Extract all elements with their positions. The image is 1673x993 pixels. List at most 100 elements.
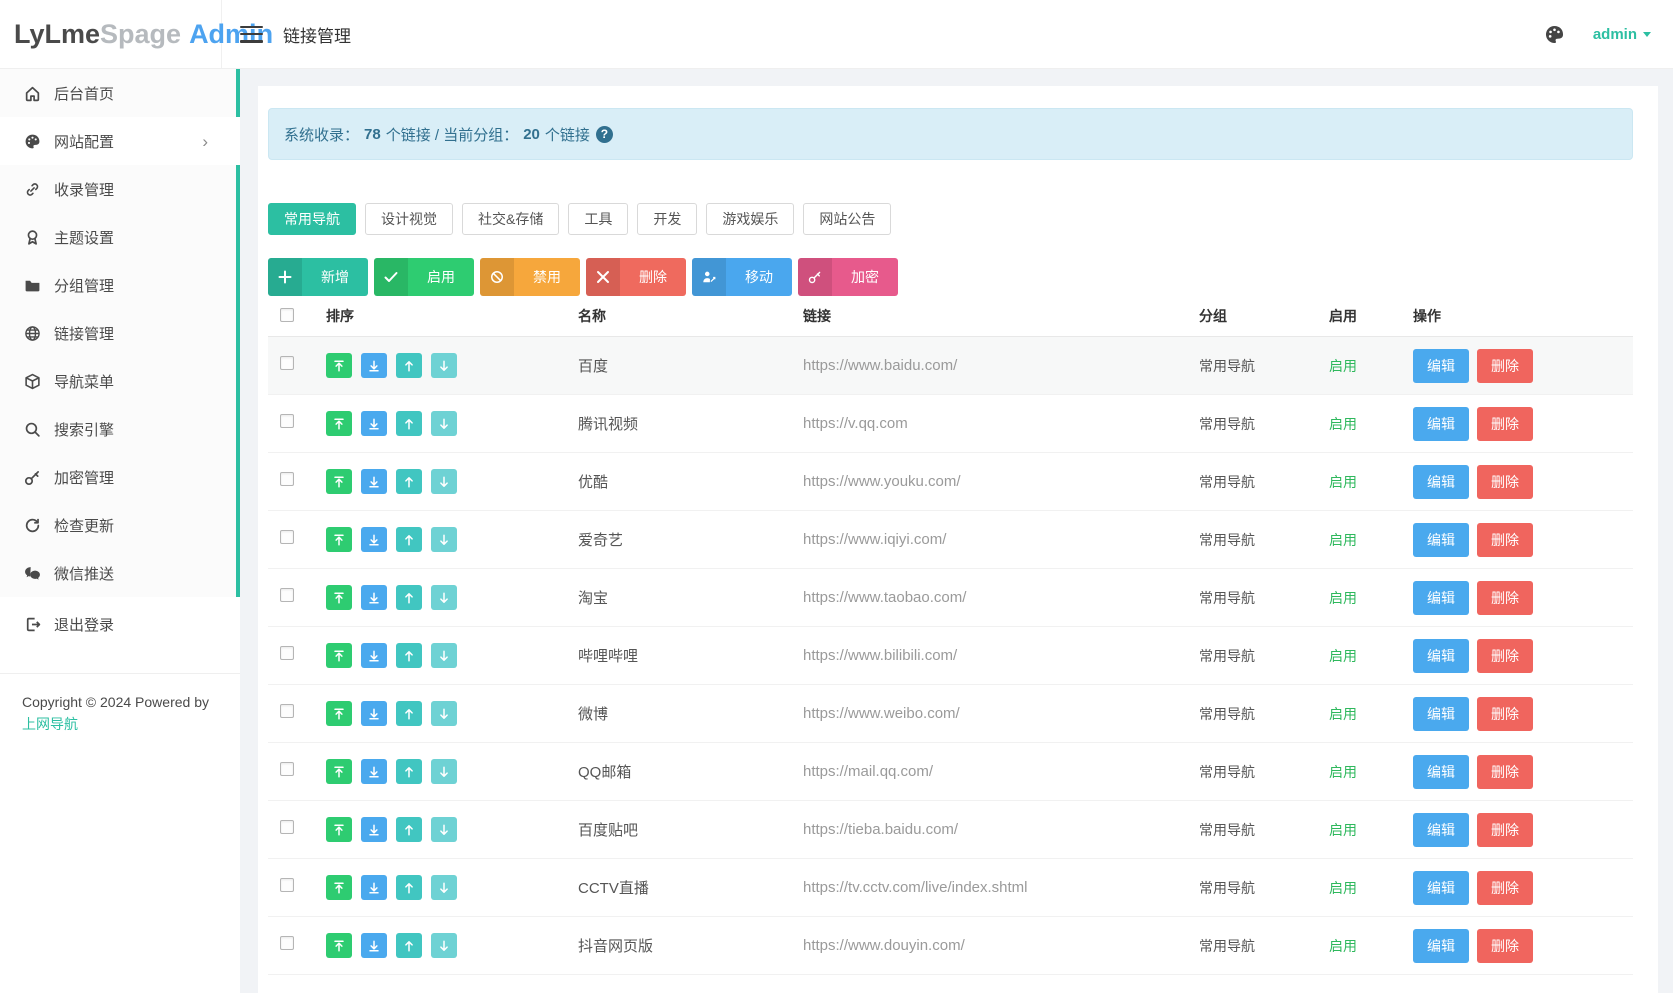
user-dropdown[interactable]: admin	[1593, 26, 1651, 43]
row-checkbox[interactable]	[280, 878, 294, 892]
sort-down-button[interactable]	[431, 585, 457, 610]
row-checkbox[interactable]	[280, 646, 294, 660]
row-checkbox[interactable]	[280, 414, 294, 428]
sort-bottom-button[interactable]	[361, 759, 387, 784]
toolbar-button[interactable]: 加密	[798, 258, 898, 296]
copyright-link[interactable]: 上网导航	[22, 713, 220, 735]
group-tab[interactable]: 网站公告	[803, 203, 891, 235]
delete-button[interactable]: 删除	[1477, 349, 1533, 383]
edit-button[interactable]: 编辑	[1413, 581, 1469, 615]
sort-top-button[interactable]	[326, 469, 352, 494]
sort-up-button[interactable]	[396, 817, 422, 842]
delete-button[interactable]: 删除	[1477, 813, 1533, 847]
toolbar-button[interactable]: 移动	[692, 258, 792, 296]
sort-up-button[interactable]	[396, 933, 422, 958]
sort-down-button[interactable]	[431, 875, 457, 900]
row-checkbox[interactable]	[280, 820, 294, 834]
sidebar-item[interactable]: 链接管理	[0, 309, 240, 357]
delete-button[interactable]: 删除	[1477, 871, 1533, 905]
row-checkbox[interactable]	[280, 530, 294, 544]
sort-top-button[interactable]	[326, 643, 352, 668]
sort-down-button[interactable]	[431, 817, 457, 842]
sort-top-button[interactable]	[326, 933, 352, 958]
toolbar-button[interactable]: 启用	[374, 258, 474, 296]
delete-button[interactable]: 删除	[1477, 697, 1533, 731]
sidebar-item[interactable]: 检查更新	[0, 501, 240, 549]
sort-up-button[interactable]	[396, 527, 422, 552]
sidebar-item[interactable]: 分组管理	[0, 261, 240, 309]
delete-button[interactable]: 删除	[1477, 639, 1533, 673]
edit-button[interactable]: 编辑	[1413, 697, 1469, 731]
delete-button[interactable]: 删除	[1477, 407, 1533, 441]
sort-bottom-button[interactable]	[361, 353, 387, 378]
toolbar-button[interactable]: 新增	[268, 258, 368, 296]
sort-bottom-button[interactable]	[361, 643, 387, 668]
sort-down-button[interactable]	[431, 353, 457, 378]
row-checkbox[interactable]	[280, 472, 294, 486]
sort-down-button[interactable]	[431, 933, 457, 958]
sort-down-button[interactable]	[431, 469, 457, 494]
sort-up-button[interactable]	[396, 875, 422, 900]
sort-up-button[interactable]	[396, 585, 422, 610]
sidebar-item[interactable]: 主题设置	[0, 213, 240, 261]
edit-button[interactable]: 编辑	[1413, 871, 1469, 905]
sort-top-button[interactable]	[326, 585, 352, 610]
sidebar-item[interactable]: 搜索引擎	[0, 405, 240, 453]
palette-icon[interactable]	[1544, 24, 1565, 45]
sort-top-button[interactable]	[326, 817, 352, 842]
sidebar-item-logout[interactable]: 退出登录	[0, 600, 240, 648]
sort-bottom-button[interactable]	[361, 585, 387, 610]
sort-top-button[interactable]	[326, 875, 352, 900]
toolbar-button[interactable]: 禁用	[480, 258, 580, 296]
row-checkbox[interactable]	[280, 936, 294, 950]
edit-button[interactable]: 编辑	[1413, 349, 1469, 383]
group-tab[interactable]: 设计视觉	[365, 203, 453, 235]
delete-button[interactable]: 删除	[1477, 581, 1533, 615]
row-checkbox[interactable]	[280, 762, 294, 776]
sidebar-item[interactable]: 后台首页	[0, 69, 240, 117]
group-tab[interactable]: 社交&存储	[462, 203, 559, 235]
sort-down-button[interactable]	[431, 527, 457, 552]
sort-top-button[interactable]	[326, 759, 352, 784]
sort-up-button[interactable]	[396, 701, 422, 726]
sort-down-button[interactable]	[431, 759, 457, 784]
sort-down-button[interactable]	[431, 701, 457, 726]
delete-button[interactable]: 删除	[1477, 929, 1533, 963]
select-all-checkbox[interactable]	[280, 308, 294, 322]
sort-bottom-button[interactable]	[361, 411, 387, 436]
edit-button[interactable]: 编辑	[1413, 639, 1469, 673]
sidebar-item[interactable]: 微信推送	[0, 549, 240, 597]
edit-button[interactable]: 编辑	[1413, 813, 1469, 847]
group-tab[interactable]: 游戏娱乐	[706, 203, 794, 235]
sort-bottom-button[interactable]	[361, 527, 387, 552]
help-icon[interactable]: ?	[596, 126, 613, 143]
sort-bottom-button[interactable]	[361, 933, 387, 958]
sort-bottom-button[interactable]	[361, 875, 387, 900]
group-tab[interactable]: 开发	[637, 203, 697, 235]
sort-bottom-button[interactable]	[361, 817, 387, 842]
sort-up-button[interactable]	[396, 469, 422, 494]
edit-button[interactable]: 编辑	[1413, 929, 1469, 963]
delete-button[interactable]: 删除	[1477, 755, 1533, 789]
sort-top-button[interactable]	[326, 701, 352, 726]
row-checkbox[interactable]	[280, 704, 294, 718]
toolbar-button[interactable]: 删除	[586, 258, 686, 296]
sort-up-button[interactable]	[396, 411, 422, 436]
sidebar-item[interactable]: 收录管理	[0, 165, 240, 213]
row-checkbox[interactable]	[280, 588, 294, 602]
sort-bottom-button[interactable]	[361, 469, 387, 494]
sort-up-button[interactable]	[396, 643, 422, 668]
sort-down-button[interactable]	[431, 411, 457, 436]
sort-bottom-button[interactable]	[361, 701, 387, 726]
sort-up-button[interactable]	[396, 759, 422, 784]
group-tab[interactable]: 常用导航	[268, 203, 356, 235]
edit-button[interactable]: 编辑	[1413, 407, 1469, 441]
sidebar-item[interactable]: 导航菜单	[0, 357, 240, 405]
edit-button[interactable]: 编辑	[1413, 755, 1469, 789]
edit-button[interactable]: 编辑	[1413, 523, 1469, 557]
sort-top-button[interactable]	[326, 527, 352, 552]
edit-button[interactable]: 编辑	[1413, 465, 1469, 499]
group-tab[interactable]: 工具	[568, 203, 628, 235]
sort-top-button[interactable]	[326, 411, 352, 436]
delete-button[interactable]: 删除	[1477, 523, 1533, 557]
